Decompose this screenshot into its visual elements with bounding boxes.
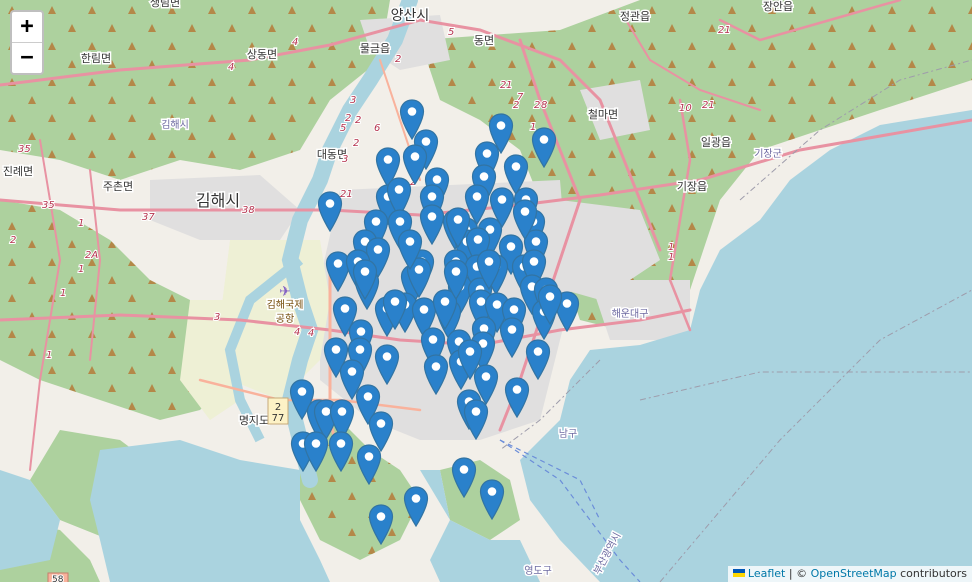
svg-text:35: 35 bbox=[18, 144, 31, 155]
svg-text:3: 3 bbox=[342, 154, 348, 165]
label-gijang-eup: 기장읍 bbox=[677, 180, 707, 193]
label-hallim: 한림면 bbox=[81, 52, 111, 65]
svg-text:7: 7 bbox=[517, 92, 524, 103]
svg-text:2: 2 bbox=[355, 115, 361, 126]
svg-text:5: 5 bbox=[448, 27, 454, 38]
svg-text:4: 4 bbox=[292, 37, 298, 48]
svg-text:21: 21 bbox=[718, 25, 731, 36]
label-yangsan: 양산시 bbox=[391, 8, 430, 24]
zoom-control: + − bbox=[10, 10, 44, 75]
svg-text:2: 2 bbox=[534, 100, 540, 111]
label-jillye: 진례면 bbox=[3, 165, 33, 178]
label-jeonggwan: 정관읍 bbox=[620, 10, 650, 23]
svg-text:1: 1 bbox=[78, 264, 84, 275]
svg-text:1: 1 bbox=[668, 252, 674, 263]
leaflet-link[interactable]: Leaflet bbox=[748, 567, 785, 580]
svg-text:3: 3 bbox=[214, 312, 220, 323]
svg-text:3: 3 bbox=[350, 95, 356, 106]
airport-road-shield: 2 77 bbox=[267, 397, 289, 425]
label-gimhae-small: 김해시 bbox=[161, 118, 189, 131]
svg-text:2: 2 bbox=[10, 235, 16, 246]
svg-text:2: 2 bbox=[345, 113, 351, 124]
label-sangdong: 상동면 bbox=[247, 48, 277, 61]
label-gimhae-si: 김해시 bbox=[196, 191, 240, 210]
label-airport-2: 공항 bbox=[276, 313, 294, 325]
label-nam-gu: 남구 bbox=[559, 428, 577, 440]
svg-text:1: 1 bbox=[506, 80, 512, 91]
label-saengnim: 생림면 bbox=[150, 0, 180, 9]
svg-text:35: 35 bbox=[42, 200, 55, 211]
svg-text:5: 5 bbox=[340, 123, 346, 134]
svg-text:2: 2 bbox=[275, 402, 281, 413]
label-ilgwang: 일광읍 bbox=[701, 135, 731, 149]
svg-text:4: 4 bbox=[308, 328, 314, 339]
label-cheolma: 철마면 bbox=[588, 108, 618, 121]
map-canvas[interactable]: 양산시 물금읍 동면 정관읍 장안읍 생림면 상동면 한림면 철마면 일광읍 기… bbox=[0, 0, 972, 582]
svg-text:2A: 2A bbox=[85, 250, 98, 261]
svg-text:1: 1 bbox=[78, 218, 84, 229]
airplane-icon: ✈ bbox=[279, 284, 291, 300]
svg-text:21: 21 bbox=[340, 189, 353, 200]
svg-text:38: 38 bbox=[242, 205, 255, 216]
svg-text:21: 21 bbox=[702, 100, 715, 111]
osm-link[interactable]: OpenStreetMap bbox=[811, 567, 897, 580]
label-haeundae: 해운대구 bbox=[612, 307, 649, 320]
svg-text:2: 2 bbox=[395, 54, 401, 65]
svg-text:2: 2 bbox=[353, 138, 359, 149]
svg-text:8: 8 bbox=[541, 100, 547, 111]
svg-text:37: 37 bbox=[142, 212, 155, 223]
label-yeongdo: 영도구 bbox=[524, 565, 552, 577]
svg-text:77: 77 bbox=[272, 413, 285, 424]
svg-text:4: 4 bbox=[294, 327, 300, 338]
label-jangan: 장안읍 bbox=[763, 0, 793, 13]
label-mulgeum: 물금읍 bbox=[360, 42, 390, 55]
svg-text:1: 1 bbox=[46, 350, 52, 361]
svg-text:10: 10 bbox=[679, 103, 692, 114]
zoom-in-button[interactable]: + bbox=[12, 12, 42, 43]
svg-text:6: 6 bbox=[374, 123, 380, 134]
map-attribution: Leaflet | © OpenStreetMap contributors bbox=[727, 566, 972, 582]
label-myeongji: 명지도 bbox=[239, 414, 269, 427]
attribution-separator: | © bbox=[785, 567, 811, 580]
svg-text:58: 58 bbox=[52, 575, 64, 582]
attribution-contributors: contributors bbox=[896, 567, 967, 580]
ukraine-flag-icon bbox=[732, 569, 745, 577]
svg-text:1: 1 bbox=[60, 288, 66, 299]
zoom-out-button[interactable]: − bbox=[12, 43, 42, 73]
label-dongmyeon: 동면 bbox=[474, 34, 494, 47]
label-juchon: 주촌면 bbox=[103, 180, 133, 193]
label-gijang-gun: 기장군 bbox=[754, 148, 782, 160]
svg-text:4: 4 bbox=[228, 62, 234, 73]
